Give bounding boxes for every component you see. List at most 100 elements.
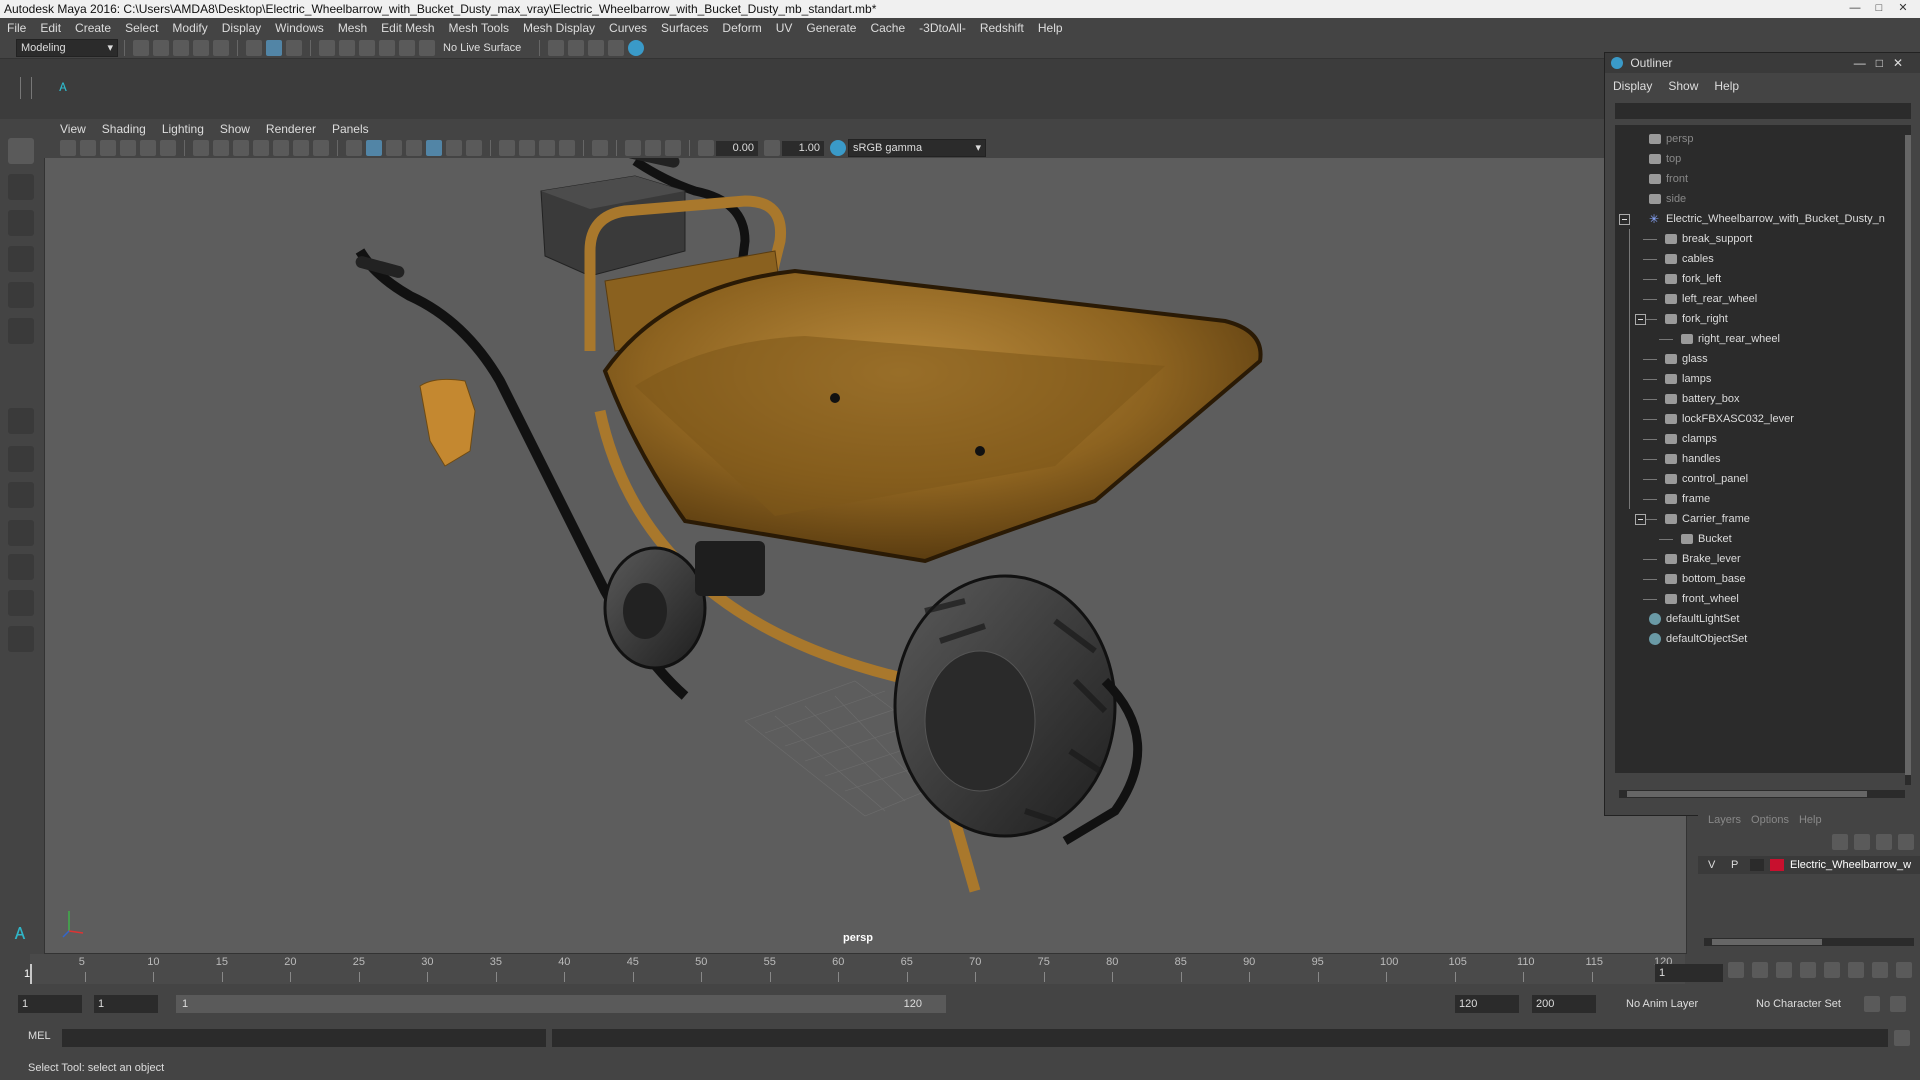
close-icon[interactable]: ✕ bbox=[1892, 0, 1914, 16]
open-scene-icon[interactable] bbox=[153, 40, 169, 56]
new-scene-icon[interactable] bbox=[133, 40, 149, 56]
field-chart-icon[interactable] bbox=[273, 140, 289, 156]
select-component-icon[interactable] bbox=[286, 40, 302, 56]
viewport-menu-view[interactable]: View bbox=[52, 122, 94, 136]
menu-help[interactable]: Help bbox=[1031, 21, 1070, 35]
undo-icon[interactable] bbox=[193, 40, 209, 56]
wireframe-on-shaded-icon[interactable] bbox=[386, 140, 402, 156]
persp-graph-layout-icon[interactable] bbox=[8, 554, 34, 580]
layer-display-type[interactable] bbox=[1750, 859, 1764, 871]
new-layer-selected-icon[interactable] bbox=[1898, 834, 1914, 850]
outliner-item[interactable]: handles bbox=[1665, 449, 1721, 469]
depth-of-field-icon[interactable] bbox=[559, 140, 575, 156]
outliner-item[interactable]: Bucket bbox=[1681, 529, 1732, 549]
exposure-icon[interactable] bbox=[698, 140, 714, 156]
outliner-item[interactable]: battery_box bbox=[1665, 389, 1739, 409]
render-view-icon[interactable] bbox=[608, 40, 624, 56]
outliner-item[interactable]: clamps bbox=[1665, 429, 1717, 449]
viewport-menu-lighting[interactable]: Lighting bbox=[154, 122, 212, 136]
menu-curves[interactable]: Curves bbox=[602, 21, 654, 35]
outliner-menu-show[interactable]: Show bbox=[1660, 79, 1706, 97]
menu-modify[interactable]: Modify bbox=[165, 21, 214, 35]
outliner-item[interactable]: control_panel bbox=[1665, 469, 1748, 489]
outliner-item[interactable]: front_wheel bbox=[1665, 589, 1739, 609]
range-slider[interactable]: 1 120 bbox=[176, 995, 946, 1013]
wireframe-icon[interactable] bbox=[346, 140, 362, 156]
minimize-icon[interactable]: — bbox=[1844, 0, 1866, 16]
scale-tool-icon[interactable] bbox=[8, 318, 34, 344]
step-forward-frame-icon[interactable] bbox=[1848, 962, 1864, 978]
close-icon[interactable]: ✕ bbox=[1893, 56, 1913, 70]
hypershade-icon[interactable] bbox=[628, 40, 644, 56]
menu-surfaces[interactable]: Surfaces bbox=[654, 21, 715, 35]
outliner-item[interactable]: top bbox=[1649, 149, 1681, 169]
multisample-aa-icon[interactable] bbox=[539, 140, 555, 156]
move-tool-icon[interactable] bbox=[8, 246, 34, 272]
options-menu[interactable]: Options bbox=[1751, 814, 1789, 826]
new-layer-icon[interactable] bbox=[1876, 834, 1892, 850]
outliner-filter-field[interactable] bbox=[1615, 103, 1911, 119]
outliner-item[interactable]: fork_left bbox=[1665, 269, 1721, 289]
camera-attributes-icon[interactable] bbox=[80, 140, 96, 156]
command-input[interactable] bbox=[62, 1029, 546, 1047]
outliner-item[interactable]: front bbox=[1649, 169, 1688, 189]
menu-deform[interactable]: Deform bbox=[715, 21, 768, 35]
outliner-item[interactable]: Brake_lever bbox=[1665, 549, 1741, 569]
select-object-icon[interactable] bbox=[266, 40, 282, 56]
menu-redshift[interactable]: Redshift bbox=[973, 21, 1031, 35]
menu-file[interactable]: File bbox=[0, 21, 33, 35]
time-slider[interactable]: 5 10 15 20 25 30 35 40 45 50 55 60 65 70 75 80 85 90 95 100… bbox=[24, 954, 1685, 984]
play-forwards-icon[interactable] bbox=[1824, 962, 1840, 978]
step-back-frame-icon[interactable] bbox=[1776, 962, 1792, 978]
make-live-icon[interactable] bbox=[419, 40, 435, 56]
character-set-dropdown[interactable]: No Character Set bbox=[1752, 995, 1870, 1013]
step-back-key-icon[interactable] bbox=[1752, 962, 1768, 978]
menu-uv[interactable]: UV bbox=[769, 21, 800, 35]
bookmark-icon[interactable] bbox=[100, 140, 116, 156]
outliner-item[interactable]: defaultLightSet bbox=[1649, 609, 1739, 629]
outliner-item[interactable]: bottom_base bbox=[1665, 569, 1746, 589]
menu-display[interactable]: Display bbox=[215, 21, 268, 35]
layer-h-scrollbar[interactable] bbox=[1704, 938, 1914, 946]
current-frame-field[interactable]: 1 bbox=[1655, 964, 1723, 982]
layout-more-icon[interactable] bbox=[8, 626, 34, 652]
go-to-end-icon[interactable] bbox=[1896, 962, 1912, 978]
snap-curve-icon[interactable] bbox=[339, 40, 355, 56]
outliner-item[interactable]: cables bbox=[1665, 249, 1714, 269]
outliner-item[interactable]: side bbox=[1649, 189, 1686, 209]
collapse-toggle-icon[interactable] bbox=[1635, 514, 1646, 525]
menu-edit-mesh[interactable]: Edit Mesh bbox=[374, 21, 441, 35]
layers-menu[interactable]: Layers bbox=[1708, 814, 1741, 826]
gate-mask-icon[interactable] bbox=[253, 140, 269, 156]
outliner-item[interactable]: break_support bbox=[1665, 229, 1752, 249]
use-default-material-icon[interactable] bbox=[406, 140, 422, 156]
shadows-icon[interactable] bbox=[466, 140, 482, 156]
outliner-v-scrollbar[interactable] bbox=[1905, 125, 1911, 785]
mode-dropdown[interactable]: Modeling ▾ bbox=[16, 39, 118, 57]
maya-logo-icon[interactable]: ᴀ bbox=[54, 79, 72, 95]
textured-icon[interactable] bbox=[426, 140, 442, 156]
viewport-menu-shading[interactable]: Shading bbox=[94, 122, 154, 136]
menu-generate[interactable]: Generate bbox=[799, 21, 863, 35]
menu-3dtoall[interactable]: -3DtoAll- bbox=[912, 21, 973, 35]
auto-key-icon[interactable] bbox=[1864, 996, 1880, 1012]
menu-create[interactable]: Create bbox=[68, 21, 118, 35]
resolution-gate-icon[interactable] bbox=[233, 140, 249, 156]
wheelbarrow-scene[interactable] bbox=[45, 121, 1686, 953]
maximize-icon[interactable]: □ bbox=[1876, 56, 1893, 70]
gamma-field[interactable]: 1.00 bbox=[782, 140, 824, 156]
layer-playback-toggle[interactable]: P bbox=[1731, 856, 1738, 874]
playback-end-field[interactable]: 120 bbox=[1455, 995, 1519, 1013]
animation-end-field[interactable]: 200 bbox=[1532, 995, 1596, 1013]
film-gate-icon[interactable] bbox=[213, 140, 229, 156]
select-hierarchy-icon[interactable] bbox=[246, 40, 262, 56]
motion-blur-icon[interactable] bbox=[519, 140, 535, 156]
lasso-tool-icon[interactable] bbox=[8, 174, 34, 200]
help-menu[interactable]: Help bbox=[1799, 814, 1822, 826]
outliner-item[interactable]: ✳ Electric_Wheelbarrow_with_Bucket_Dusty_… bbox=[1649, 209, 1885, 229]
outliner-h-scrollbar[interactable] bbox=[1619, 790, 1905, 798]
collapse-toggle-icon[interactable] bbox=[1619, 214, 1630, 225]
paint-select-tool-icon[interactable] bbox=[8, 210, 34, 236]
outliner-item[interactable]: frame bbox=[1665, 489, 1710, 509]
viewport-menu-show[interactable]: Show bbox=[212, 122, 258, 136]
